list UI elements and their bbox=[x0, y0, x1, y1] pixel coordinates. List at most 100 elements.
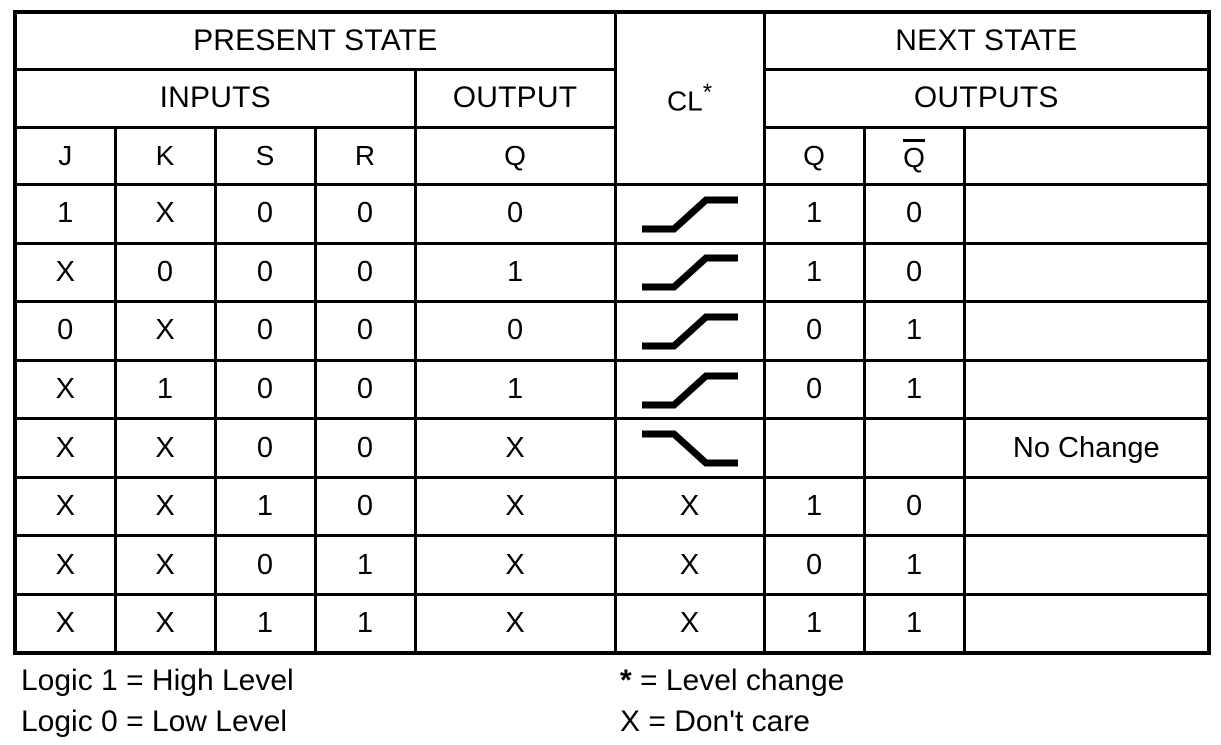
q-bar-overline: Q bbox=[903, 139, 925, 172]
header-inputs: INPUTS bbox=[13, 68, 417, 129]
cell-notes bbox=[962, 241, 1211, 304]
header-r: R bbox=[313, 125, 417, 187]
header-clock-label: CL bbox=[666, 85, 703, 117]
cell-q-not-next: 0 bbox=[862, 241, 966, 304]
cell-r: 1 bbox=[313, 592, 417, 655]
header-k: K bbox=[113, 125, 217, 187]
cell-s: 0 bbox=[213, 241, 317, 304]
cell-q-present: X bbox=[413, 475, 617, 538]
cell-notes: No Change bbox=[962, 417, 1211, 479]
rising-edge-icon bbox=[613, 300, 766, 362]
header-q-not-next: Q bbox=[862, 125, 966, 187]
cell-q-not-next: 1 bbox=[862, 592, 966, 655]
cell-r: 0 bbox=[313, 475, 417, 538]
legend-logic-high: Logic 1 = High Level bbox=[21, 664, 294, 697]
cell-clock: X bbox=[613, 534, 766, 596]
falling-edge-icon bbox=[613, 417, 766, 479]
table-row: X X 1 1 X X 1 1 bbox=[13, 592, 1211, 655]
cell-r: 1 bbox=[313, 534, 417, 596]
cell-q-next bbox=[762, 417, 866, 479]
cell-r: 0 bbox=[313, 183, 417, 245]
cell-j: X bbox=[13, 534, 117, 596]
legend: Logic 1 = High Level Logic 0 = Low Level… bbox=[13, 660, 1211, 742]
cell-j: X bbox=[13, 592, 117, 655]
cell-notes bbox=[962, 358, 1211, 421]
legend-asterisk-symbol: * bbox=[620, 664, 632, 697]
cell-notes bbox=[962, 592, 1211, 655]
cell-k: X bbox=[113, 417, 217, 479]
cell-q-next: 0 bbox=[762, 358, 866, 421]
cell-q-next: 1 bbox=[762, 183, 866, 245]
table-row: X X 0 1 X X 0 1 bbox=[13, 534, 1211, 596]
header-row-sub: INPUTS OUTPUT OUTPUTS bbox=[13, 68, 1211, 129]
cell-q-present: 1 bbox=[413, 358, 617, 421]
header-s: S bbox=[213, 125, 317, 187]
table-row: 1 X 0 0 0 1 0 bbox=[13, 183, 1211, 245]
legend-column-right: * = Level change X = Don't care bbox=[620, 660, 844, 742]
cell-j: X bbox=[13, 417, 117, 479]
cell-notes bbox=[962, 475, 1211, 538]
header-outputs: OUTPUTS bbox=[762, 68, 1211, 129]
header-present-state: PRESENT STATE bbox=[13, 10, 617, 72]
legend-level-change: * = Level change bbox=[620, 660, 844, 701]
cell-k: 0 bbox=[113, 241, 217, 304]
table-row: 0 X 0 0 0 0 1 bbox=[13, 300, 1211, 362]
cell-q-present: 0 bbox=[413, 300, 617, 362]
table-row: X 0 0 0 1 1 0 bbox=[13, 241, 1211, 304]
cell-s: 1 bbox=[213, 475, 317, 538]
cell-q-not-next: 1 bbox=[862, 300, 966, 362]
cell-j: X bbox=[13, 358, 117, 421]
cell-q-next: 0 bbox=[762, 534, 866, 596]
header-q-next: Q bbox=[762, 125, 866, 187]
legend-dont-care: X = Don't care bbox=[620, 705, 810, 738]
cell-s: 0 bbox=[213, 358, 317, 421]
jk-flip-flop-truth-table: PRESENT STATE CL* NEXT STATE INPUTS OUTP… bbox=[13, 10, 1212, 655]
cell-q-not-next: 1 bbox=[862, 534, 966, 596]
header-clock-asterisk: * bbox=[702, 79, 713, 107]
cell-q-next: 1 bbox=[762, 592, 866, 655]
truth-table-page: PRESENT STATE CL* NEXT STATE INPUTS OUTP… bbox=[0, 0, 1221, 745]
cell-q-not-next: 0 bbox=[862, 183, 966, 245]
cell-r: 0 bbox=[313, 358, 417, 421]
legend-logic-low: Logic 0 = Low Level bbox=[21, 705, 288, 738]
header-notes bbox=[962, 125, 1211, 187]
cell-q-not-next: 0 bbox=[862, 475, 966, 538]
cell-q-not-next bbox=[862, 417, 966, 479]
cell-q-not-next: 1 bbox=[862, 358, 966, 421]
cell-k: X bbox=[113, 534, 217, 596]
cell-clock: X bbox=[613, 592, 766, 655]
cell-clock: X bbox=[613, 475, 766, 538]
rising-edge-icon bbox=[613, 241, 766, 304]
header-row-group: PRESENT STATE CL* NEXT STATE bbox=[13, 10, 1211, 187]
cell-s: 0 bbox=[213, 417, 317, 479]
cell-q-next: 1 bbox=[762, 475, 866, 538]
cell-k: X bbox=[113, 475, 217, 538]
cell-q-next: 1 bbox=[762, 241, 866, 304]
header-output: OUTPUT bbox=[413, 68, 617, 129]
cell-s: 0 bbox=[213, 534, 317, 596]
table-row: X 1 0 0 1 0 1 bbox=[13, 358, 1211, 421]
legend-column-left: Logic 1 = High Level Logic 0 = Low Level bbox=[21, 660, 294, 742]
header-clock-cell: CL* bbox=[613, 10, 766, 187]
cell-notes bbox=[962, 300, 1211, 362]
cell-j: 1 bbox=[13, 183, 117, 245]
cell-q-present: X bbox=[413, 534, 617, 596]
cell-notes bbox=[962, 183, 1211, 245]
cell-j: 0 bbox=[13, 300, 117, 362]
header-next-state: NEXT STATE bbox=[762, 10, 1211, 72]
cell-r: 0 bbox=[313, 417, 417, 479]
cell-k: X bbox=[113, 183, 217, 245]
header-q-present: Q bbox=[413, 125, 617, 187]
cell-q-present: 0 bbox=[413, 183, 617, 245]
table-row: X X 1 0 X X 1 0 bbox=[13, 475, 1211, 538]
cell-s: 0 bbox=[213, 183, 317, 245]
cell-notes bbox=[962, 534, 1211, 596]
rising-edge-icon bbox=[613, 358, 766, 421]
cell-k: 1 bbox=[113, 358, 217, 421]
rising-edge-icon bbox=[613, 183, 766, 245]
cell-q-present: X bbox=[413, 417, 617, 479]
cell-j: X bbox=[13, 241, 117, 304]
cell-k: X bbox=[113, 592, 217, 655]
cell-q-present: 1 bbox=[413, 241, 617, 304]
table-row: X X 0 0 X No Change bbox=[13, 417, 1211, 479]
